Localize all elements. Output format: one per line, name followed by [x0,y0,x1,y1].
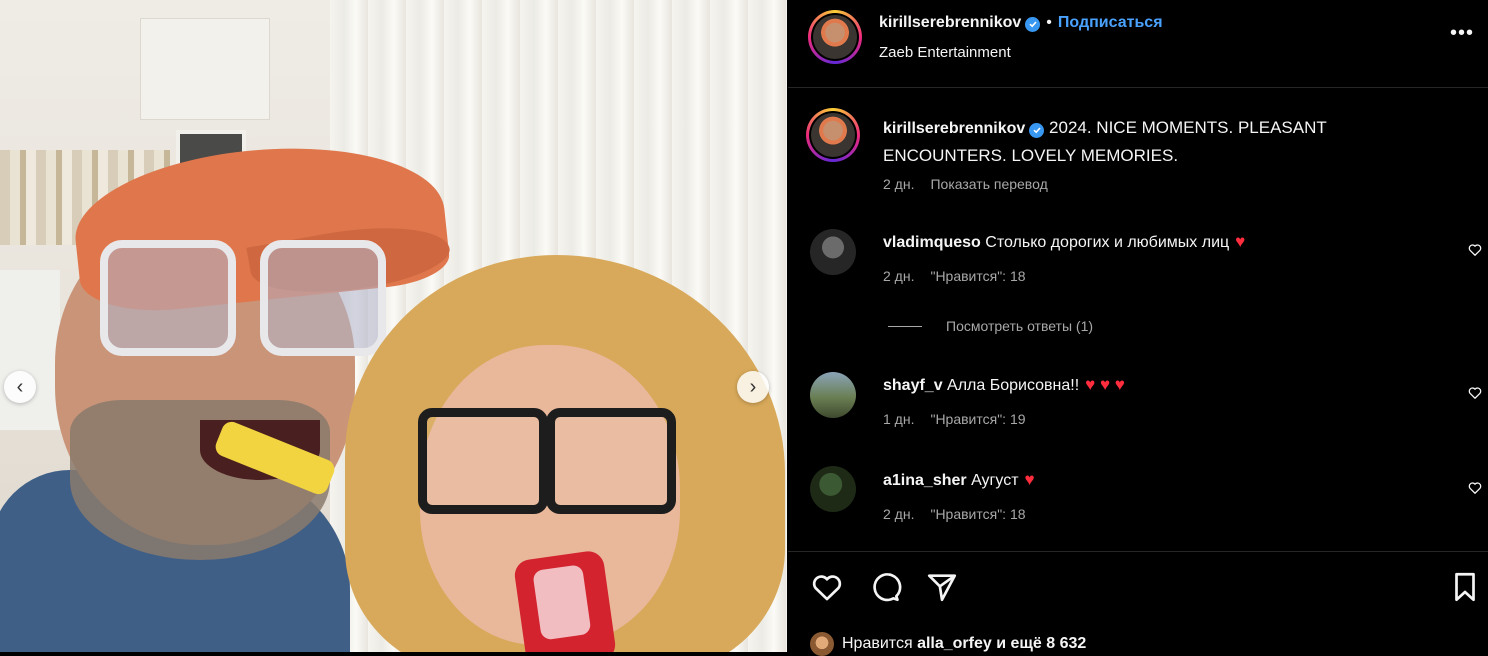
carousel-prev-button[interactable]: ‹ [4,371,36,403]
share-icon[interactable] [925,570,959,604]
caption-meta: 2 дн. Показать перевод [883,176,1048,192]
view-replies-button[interactable]: Посмотреть ответы (1) [888,318,1093,334]
save-icon[interactable] [1448,570,1482,604]
caption: kirillserebrennikov 2024. NICE MOMENTS. … [883,114,1403,169]
comment-time[interactable]: 2 дн. [883,268,914,284]
view-replies-label: Посмотреть ответы (1) [946,318,1094,334]
like-icon[interactable] [810,570,844,604]
photo-woman-glasses [418,408,676,514]
photo-cabinet [140,18,270,120]
like-icon[interactable] [1468,243,1482,257]
header-username[interactable]: kirillserebrennikov [879,14,1021,31]
comment-meta: 1 дн. "Нравится": 19 [883,411,1026,427]
comment-text: Столько дорогих и любимых лиц [985,234,1230,251]
follow-button[interactable]: Подписаться [1058,14,1163,31]
comment-meta: 2 дн. "Нравится": 18 [883,506,1026,522]
comment-icon[interactable] [868,570,902,604]
header-avatar[interactable] [808,10,862,64]
actions-divider [788,551,1488,552]
like-icon[interactable] [1468,386,1482,400]
likes-summary: Нравится alla_orfey и ещё 8 632 [810,632,1086,656]
verified-icon [1025,16,1041,32]
heart-icon: ♥ [1024,470,1035,489]
verified-icon [1029,122,1045,138]
comment-username[interactable]: a1ina_sher [883,472,967,489]
comment-row: shayf_v Алла Борисовна!! ♥ ♥ ♥ [883,375,1125,395]
comment-text: Аугуст [971,472,1019,489]
comment-row: vladimqueso Столько дорогих и любимых ли… [883,232,1245,252]
liker-avatar[interactable] [810,632,834,656]
heart-icon: ♥ [1235,232,1246,251]
comment-likes[interactable]: "Нравится": 19 [930,411,1025,427]
comment-avatar[interactable] [810,372,856,418]
comment-username[interactable]: shayf_v [883,377,943,394]
comment-meta: 2 дн. "Нравится": 18 [883,268,1026,284]
comment-text: Алла Борисовна!! [947,377,1080,394]
caption-time[interactable]: 2 дн. [883,176,914,192]
translate-button[interactable]: Показать перевод [930,176,1047,192]
comment-time[interactable]: 1 дн. [883,411,914,427]
caption-avatar[interactable] [806,108,860,162]
comment-avatar[interactable] [810,229,856,275]
comment-avatar[interactable] [810,466,856,512]
comment-username[interactable]: vladimqueso [883,234,981,251]
replies-line [888,325,922,327]
photo-candy-red [512,549,618,652]
likes-count[interactable]: и ещё 8 632 [996,635,1086,653]
like-icon[interactable] [1468,481,1482,495]
photo-sofa [0,270,60,430]
likes-prefix: Нравится [842,635,913,652]
chevron-left-icon: ‹ [16,376,24,398]
header-divider [788,87,1488,88]
comment-likes[interactable]: "Нравится": 18 [930,506,1025,522]
action-bar [788,566,1488,610]
carousel-next-button[interactable]: › [737,371,769,403]
caption-username[interactable]: kirillserebrennikov [883,120,1025,137]
header-subtitle[interactable]: Zaeb Entertainment [879,44,1011,61]
more-icon[interactable]: ••• [1450,22,1474,45]
liker-username[interactable]: alla_orfey [917,635,992,653]
chevron-right-icon: › [749,376,757,398]
photo-man-glasses [100,240,395,360]
comment-time[interactable]: 2 дн. [883,506,914,522]
comment-likes[interactable]: "Нравится": 18 [930,268,1025,284]
post-side-panel: kirillserebrennikov • Подписаться Zaeb Ent… [788,0,1488,656]
comment-row: a1ina_sher Аугуст ♥ [883,470,1035,490]
header-user-line: kirillserebrennikov • Подписаться [879,14,1163,32]
header-separator: • [1046,14,1052,31]
post-photo[interactable]: ‹ › [0,0,787,652]
heart-icon: ♥ ♥ ♥ [1085,375,1125,394]
